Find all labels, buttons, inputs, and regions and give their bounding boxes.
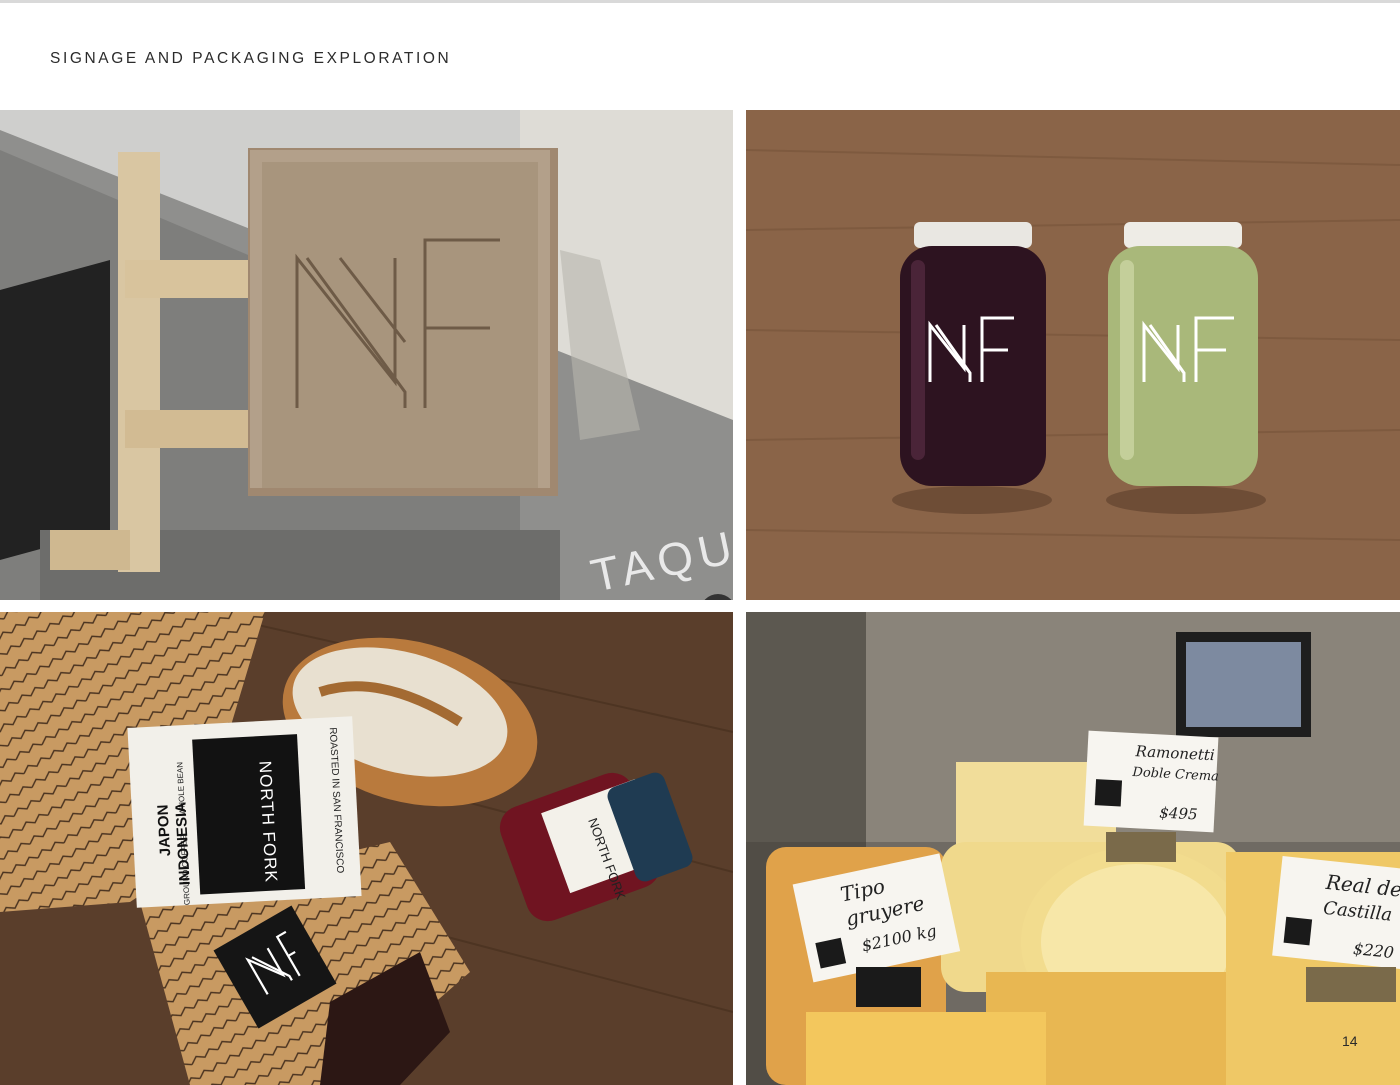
photo-cheese: Ramonetti Doble Crema $495 Tipo gruyere … [746, 612, 1400, 1085]
page-title: SIGNAGE AND PACKAGING EXPLORATION [50, 50, 452, 67]
photo-jars [746, 110, 1400, 600]
page-number: 14 [1342, 1033, 1358, 1049]
photo-bread-packaging: NORTH FORK ROASTED IN SAN FRANCISCO GROU… [0, 612, 733, 1085]
photo-sign: TAQUER [0, 110, 733, 600]
coffee-label-origin-1: JAPON [155, 804, 175, 857]
top-rule [0, 0, 1400, 3]
cheese-card-1-price: $495 [1159, 803, 1198, 823]
